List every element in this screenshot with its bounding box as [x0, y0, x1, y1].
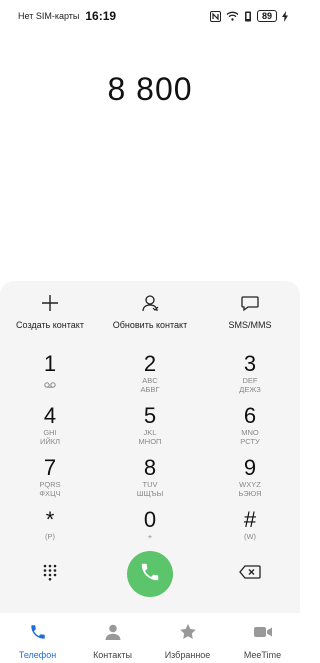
- call-button[interactable]: [127, 551, 173, 597]
- nav-label-favorites: Избранное: [164, 650, 211, 660]
- key-1[interactable]: 1: [0, 352, 100, 402]
- key-letters-cyrillic: МНОП: [138, 437, 162, 446]
- backspace-icon[interactable]: [239, 564, 261, 584]
- person-icon: [140, 292, 160, 314]
- contacts-icon: [104, 623, 122, 646]
- key-digit: 4: [43, 403, 57, 428]
- wifi-icon: [226, 11, 239, 21]
- plus-icon: [40, 292, 60, 314]
- voicemail-icon: [44, 376, 56, 394]
- dialpad-controls: [0, 549, 300, 599]
- bottom-navigation: Телефон Контакты Избранное MeeTime: [0, 613, 300, 663]
- key-digit: 7: [43, 455, 57, 480]
- status-bar: Нет SIM-карты 16:19 89: [0, 0, 300, 32]
- key-8[interactable]: 8 TUV ШЩЪЫ: [100, 456, 200, 506]
- key-digit: 3: [243, 351, 257, 376]
- key-letters-cyrillic: АБВГ: [140, 385, 160, 394]
- vibrate-icon: [244, 11, 252, 22]
- key-letters-latin: (P): [45, 532, 55, 541]
- quick-actions: Создать контакт Обновить контакт SMS/MMS: [0, 292, 300, 337]
- key-letters-latin: GHI: [43, 428, 57, 437]
- key-letters-cyrillic: ЬЭЮЯ: [238, 489, 262, 498]
- nav-tab-meetime[interactable]: MeeTime: [225, 613, 300, 663]
- key-letters-latin: MNO: [241, 428, 259, 437]
- key-3[interactable]: 3 DEF ДЕЖЗ: [200, 352, 300, 402]
- key-9[interactable]: 9 WXYZ ЬЭЮЯ: [200, 456, 300, 506]
- sms-mms-label: SMS/MMS: [228, 320, 272, 330]
- key-digit: 9: [243, 455, 257, 480]
- key-5[interactable]: 5 JKL МНОП: [100, 404, 200, 454]
- dialpad-keys: 1 2 ABC АБВГ 3 DEF ДЕЖЗ 4 GHI ИЙКЛ 5 JKL…: [0, 352, 300, 560]
- key-letters-latin: TUV: [142, 480, 158, 489]
- phone-icon: [139, 561, 161, 588]
- key-digit: *: [45, 507, 55, 532]
- update-contact-button[interactable]: Обновить контакт: [100, 292, 200, 337]
- carrier-label: Нет SIM-карты: [18, 11, 80, 21]
- key-digit: 6: [243, 403, 257, 428]
- charging-icon: [282, 10, 288, 22]
- nav-tab-contacts[interactable]: Контакты: [75, 613, 150, 663]
- key-letters-latin: ABC: [142, 376, 158, 385]
- star-icon: [179, 623, 197, 646]
- key-letters-latin: WXYZ: [239, 480, 261, 489]
- create-contact-button[interactable]: Создать контакт: [0, 292, 100, 337]
- nav-tab-favorites[interactable]: Избранное: [150, 613, 225, 663]
- nav-tab-phone[interactable]: Телефон: [0, 613, 75, 663]
- key-letters-latin: (W): [243, 532, 257, 541]
- nav-label-meetime: MeeTime: [243, 650, 282, 660]
- key-letters-latin: JKL: [143, 428, 157, 437]
- key-6[interactable]: 6 MNO РСТУ: [200, 404, 300, 454]
- update-contact-label: Обновить контакт: [112, 320, 188, 330]
- battery-level: 89: [261, 11, 272, 21]
- nfc-icon: [210, 10, 221, 22]
- key-4[interactable]: 4 GHI ИЙКЛ: [0, 404, 100, 454]
- key-digit: 1: [43, 351, 57, 376]
- nav-label-contacts: Контакты: [93, 650, 132, 660]
- key-letters-cyrillic: РСТУ: [240, 437, 260, 446]
- key-letters-cyrillic: ИЙКЛ: [39, 437, 61, 446]
- dialpad-grid-icon[interactable]: [41, 563, 59, 586]
- key-digit: 8: [143, 455, 157, 480]
- key-letters-latin: PQRS: [39, 480, 61, 489]
- dialpad-panel: Создать контакт Обновить контакт SMS/MMS…: [0, 281, 300, 613]
- key-digit: #: [243, 507, 257, 532]
- key-letters-cyrillic: ШЩЪЫ: [136, 489, 164, 498]
- key-digit: 0: [143, 507, 157, 532]
- dialed-number[interactable]: 8 800: [0, 64, 300, 114]
- battery-icon: 89: [257, 10, 277, 22]
- key-7[interactable]: 7 PQRS ФХЦЧ: [0, 456, 100, 506]
- phone-icon: [29, 623, 47, 646]
- key-letters-latin: DEF: [242, 376, 258, 385]
- nav-label-phone: Телефон: [18, 650, 57, 660]
- video-call-icon: [253, 623, 273, 646]
- key-digit: 5: [143, 403, 157, 428]
- clock: 16:19: [85, 9, 117, 23]
- key-letters-cyrillic: ФХЦЧ: [39, 489, 61, 498]
- create-contact-label: Создать контакт: [16, 320, 84, 330]
- key-digit: 2: [143, 351, 157, 376]
- sms-mms-button[interactable]: SMS/MMS: [200, 292, 300, 337]
- key-2[interactable]: 2 ABC АБВГ: [100, 352, 200, 402]
- key-letters-cyrillic: ДЕЖЗ: [239, 385, 261, 394]
- key-letters-latin: +: [147, 532, 153, 541]
- chat-bubble-icon: [240, 292, 260, 314]
